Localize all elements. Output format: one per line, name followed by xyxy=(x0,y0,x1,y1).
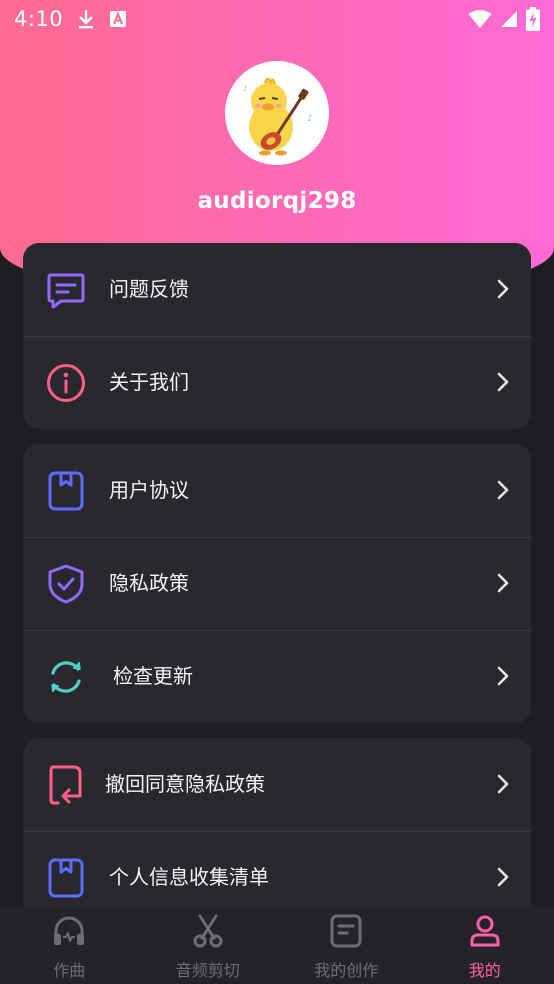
person-icon xyxy=(470,915,500,947)
status-bar: 4:10 xyxy=(0,0,554,38)
bookmark-icon xyxy=(45,857,87,899)
chevron-right-icon xyxy=(497,372,509,392)
nav-label: 我的创作 xyxy=(314,961,379,980)
bottom-nav: 作曲 音频剪切 我的创作 我的 xyxy=(0,907,554,984)
bookmark-icon xyxy=(45,470,87,512)
chevron-right-icon xyxy=(497,774,509,794)
revoke-icon xyxy=(45,764,87,806)
menu-item-label: 用户协议 xyxy=(109,478,189,502)
wifi-icon xyxy=(468,10,492,28)
refresh-icon xyxy=(45,656,87,698)
menu-card-legal: 用户协议 隐私政策 检查更新 xyxy=(23,444,531,723)
menu-item-label: 检查更新 xyxy=(113,664,193,688)
chevron-right-icon xyxy=(497,279,509,299)
menu-item-label: 关于我们 xyxy=(109,370,189,394)
a-notification-icon xyxy=(110,11,127,27)
chevron-right-icon xyxy=(497,666,509,686)
svg-text:♪: ♪ xyxy=(243,85,247,93)
status-time: 4:10 xyxy=(14,7,64,31)
document-icon xyxy=(330,914,362,948)
chevron-right-icon xyxy=(497,480,509,500)
menu-card-support: 问题反馈 关于我们 xyxy=(23,243,531,429)
nav-item-compose[interactable]: 作曲 xyxy=(0,907,139,984)
menu-item-privacy-policy[interactable]: 隐私政策 xyxy=(23,537,531,630)
feedback-icon xyxy=(45,269,87,311)
menu-item-label: 撤回同意隐私政策 xyxy=(105,772,265,796)
menu-item-feedback[interactable]: 问题反馈 xyxy=(23,243,531,336)
shield-icon xyxy=(45,563,87,605)
chevron-right-icon xyxy=(497,867,509,887)
headphones-icon xyxy=(54,916,85,945)
nav-label: 音频剪切 xyxy=(175,961,240,980)
avatar[interactable]: ♪ ♪ xyxy=(225,61,329,165)
download-icon xyxy=(79,10,94,29)
username: audiorqj298 xyxy=(197,188,357,214)
info-icon xyxy=(45,362,87,404)
signal-icon xyxy=(501,11,517,27)
menu-item-label: 问题反馈 xyxy=(109,277,189,301)
battery-charging-icon xyxy=(526,7,540,31)
nav-item-mine[interactable]: 我的 xyxy=(416,907,554,984)
scissors-icon xyxy=(193,914,223,948)
svg-text:♪: ♪ xyxy=(307,114,313,124)
menu-item-revoke-privacy-consent[interactable]: 撤回同意隐私政策 xyxy=(23,738,531,831)
nav-label: 作曲 xyxy=(53,961,86,980)
nav-item-audio-cut[interactable]: 音频剪切 xyxy=(139,907,278,984)
menu-item-about[interactable]: 关于我们 xyxy=(23,336,531,429)
menu-item-label: 隐私政策 xyxy=(109,571,189,595)
nav-item-my-creations[interactable]: 我的创作 xyxy=(277,907,416,984)
menu-item-user-agreement[interactable]: 用户协议 xyxy=(23,444,531,537)
menu-item-check-update[interactable]: 检查更新 xyxy=(23,630,531,723)
duck-guitar-avatar: ♪ ♪ xyxy=(225,61,329,165)
nav-label: 我的 xyxy=(468,961,501,980)
chevron-right-icon xyxy=(497,573,509,593)
